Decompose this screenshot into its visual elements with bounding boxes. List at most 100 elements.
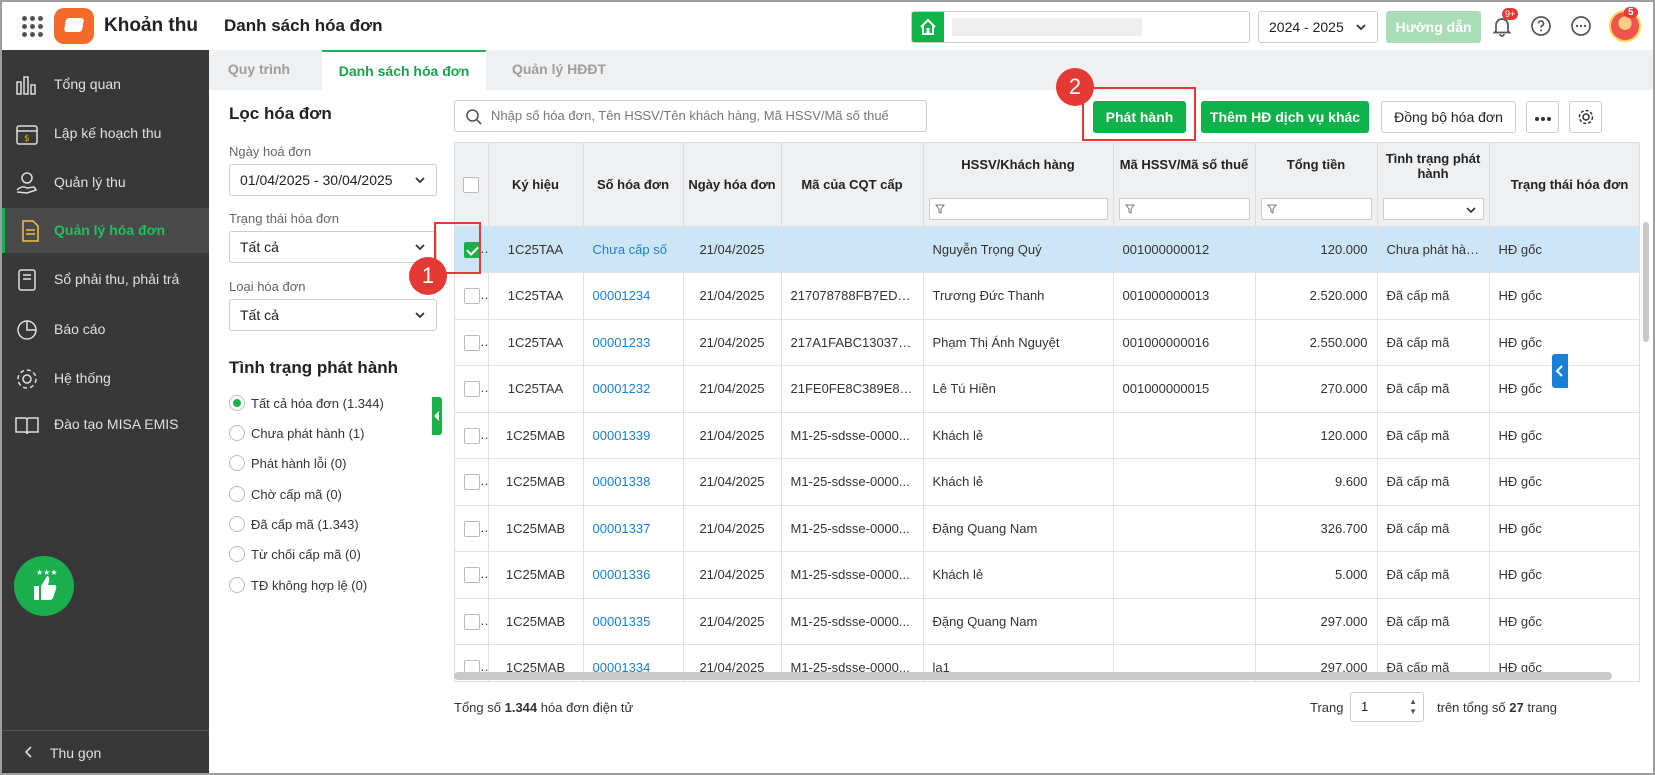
page-stepper-icon[interactable]: ▲ ▼ [1409, 697, 1417, 717]
col-header-tax[interactable]: Mã HSSV/Mã số thuế [1113, 143, 1256, 227]
cell-symbol: 1C25TAA [488, 272, 584, 320]
table-row[interactable]: 1C25TAA 00001232 21/04/2025 21FE0FE8C389… [455, 365, 1639, 413]
cell-date: 21/04/2025 [683, 319, 782, 366]
collapse-sidebar-button[interactable]: Thu gọn [2, 730, 209, 761]
vertical-scrollbar[interactable] [1643, 222, 1649, 342]
col-header[interactable]: Mã của CQT cấp [781, 143, 924, 227]
radio-label: TĐ không hợp lệ (0) [251, 578, 368, 593]
tab-einvoice[interactable]: Quản lý HĐĐT [494, 50, 624, 90]
col-header[interactable]: Số hóa đơn [583, 143, 684, 227]
table-row[interactable]: 1C25MAB 00001337 21/04/2025 M1-25-sdsse-… [455, 505, 1639, 552]
sidebar-item-report[interactable]: Báo cáo [2, 307, 209, 352]
invoice-link[interactable]: 00001232 [593, 381, 651, 396]
table-row[interactable]: 1C25TAA Chưa cấp số 21/04/2025 Nguyễn Tr… [455, 226, 1639, 273]
sidebar: Tổng quan $ Lập kế hoạch thu Quản lý thu… [2, 50, 209, 773]
col-header[interactable]: Ngày hóa đơn [683, 143, 782, 227]
radio-coded[interactable]: Đã cấp mã (1.343) [229, 516, 359, 532]
col-header-label: Tình trạng phát hành [1385, 151, 1481, 181]
radio-label: Chưa phát hành (1) [251, 426, 365, 441]
radio-waiting-code[interactable]: Chờ cấp mã (0) [229, 486, 342, 502]
filter-collapse-handle[interactable] [432, 397, 442, 435]
total-filter-input[interactable] [1260, 197, 1372, 220]
chevron-down-icon [1465, 206, 1476, 213]
row-checkbox[interactable] [464, 288, 480, 305]
row-checkbox[interactable] [464, 334, 480, 351]
sidebar-item-invoice[interactable]: Quản lý hóa đơn [2, 208, 209, 253]
issue-status-filter-select[interactable] [1382, 197, 1484, 220]
tax-filter-input[interactable] [1118, 197, 1250, 220]
radio-invalid[interactable]: TĐ không hợp lệ (0) [229, 577, 367, 593]
row-select-cell [455, 598, 489, 645]
sidebar-item-plan[interactable]: $ Lập kế hoạch thu [2, 111, 209, 156]
radio-all[interactable]: Tất cả hóa đơn (1.344) [229, 395, 384, 411]
add-service-invoice-button[interactable]: Thêm HĐ dịch vụ khác [1201, 101, 1369, 133]
invoice-type-select[interactable]: Tất cả [229, 299, 437, 331]
tab-invoice-list[interactable]: Danh sách hóa đơn [322, 50, 486, 90]
radio-not-issued[interactable]: Chưa phát hành (1) [229, 425, 365, 441]
col-header-total[interactable]: Tổng tiền [1255, 143, 1378, 227]
col-header[interactable]: Ký hiệu [488, 143, 584, 227]
col-header[interactable]: Trạng thái hóa đơn [1489, 143, 1639, 227]
cell-student-id [1113, 598, 1256, 645]
horizontal-scrollbar[interactable] [454, 672, 1612, 680]
invoice-link[interactable]: 00001234 [593, 288, 651, 303]
invoice-link[interactable]: 00001336 [593, 567, 651, 582]
row-checkbox[interactable] [464, 381, 480, 398]
sidebar-item-ledger[interactable]: Sổ phải thu, phải trả [2, 257, 209, 302]
invoice-link[interactable]: 00001337 [593, 521, 651, 536]
customer-filter-input[interactable] [928, 197, 1108, 220]
more-circle-icon[interactable] [1569, 14, 1593, 38]
table-row[interactable]: 1C25MAB 00001336 21/04/2025 M1-25-sdsse-… [455, 551, 1639, 599]
tab-process[interactable]: Quy trình [209, 50, 309, 90]
table-row[interactable]: 1C25TAA 00001234 21/04/2025 217078788FB7… [455, 272, 1639, 320]
table-row[interactable]: 1C25MAB 00001335 21/04/2025 M1-25-sdsse-… [455, 598, 1639, 645]
sync-invoice-button[interactable]: Đồng bộ hóa đơn [1381, 101, 1516, 133]
table-row[interactable]: 1C25TAA 00001233 21/04/2025 217A1FABC130… [455, 319, 1639, 366]
invoice-link[interactable]: 00001338 [593, 474, 651, 489]
cell-date: 21/04/2025 [683, 226, 782, 273]
invoice-search-input[interactable] [491, 108, 916, 123]
feedback-like-button[interactable]: ★★★ [14, 556, 74, 616]
cell-date: 21/04/2025 [683, 458, 782, 506]
sidebar-item-overview[interactable]: Tổng quan [2, 62, 209, 107]
invoice-link[interactable]: 00001233 [593, 335, 651, 350]
invoice-link[interactable]: 00001339 [593, 428, 651, 443]
radio-dot [229, 395, 245, 411]
table-row[interactable]: 1C25MAB 00001339 21/04/2025 M1-25-sdsse-… [455, 412, 1639, 459]
apps-grid-icon[interactable] [20, 14, 44, 38]
table-row[interactable]: 1C25MAB 00001338 21/04/2025 M1-25-sdsse-… [455, 458, 1639, 506]
cell-invoice-no: 00001233 [583, 319, 684, 366]
cell-date: 21/04/2025 [683, 272, 782, 320]
guide-button[interactable]: Hướng dẫn [1386, 11, 1481, 43]
select-all-checkbox[interactable] [463, 176, 480, 193]
right-drawer-tab[interactable] [1552, 354, 1568, 388]
cell-customer: Nguyễn Trọng Quý [923, 226, 1114, 273]
row-checkbox[interactable] [464, 520, 480, 537]
table-settings-button[interactable] [1569, 101, 1602, 133]
invoice-status-select[interactable]: Tất cả [229, 231, 437, 263]
sidebar-item-system[interactable]: Hệ thống [2, 356, 209, 401]
row-checkbox[interactable] [464, 613, 480, 630]
col-header-customer[interactable]: HSSV/Khách hàng [923, 143, 1114, 227]
year-select[interactable]: 2024 - 2025 [1258, 11, 1378, 43]
date-range-select[interactable]: 01/04/2025 - 30/04/2025 [229, 164, 437, 196]
page-number-input[interactable]: 1 ▲ ▼ [1350, 692, 1424, 722]
cell-invoice-status: HĐ gốc [1489, 272, 1639, 320]
invoice-search[interactable] [454, 100, 927, 132]
help-icon[interactable] [1529, 14, 1553, 38]
row-checkbox[interactable] [464, 474, 480, 491]
more-options-button[interactable] [1526, 101, 1559, 133]
radio-issue-error[interactable]: Phát hành lỗi (0) [229, 455, 346, 471]
row-select-cell [455, 272, 489, 320]
invoice-link[interactable]: Chưa cấp số [593, 242, 667, 257]
row-checkbox[interactable] [464, 567, 480, 584]
school-search[interactable] [911, 11, 1250, 43]
invoice-link[interactable]: 00001335 [593, 614, 651, 629]
home-icon[interactable] [912, 12, 944, 42]
radio-rejected[interactable]: Từ chối cấp mã (0) [229, 546, 361, 562]
col-header-issue-status[interactable]: Tình trạng phát hành [1377, 143, 1490, 227]
row-checkbox[interactable] [464, 427, 480, 444]
cell-issue-status: Đã cấp mã [1377, 272, 1490, 320]
sidebar-item-revenue[interactable]: Quản lý thu [2, 160, 209, 205]
sidebar-item-training[interactable]: Đào tạo MISA EMIS [2, 402, 209, 447]
